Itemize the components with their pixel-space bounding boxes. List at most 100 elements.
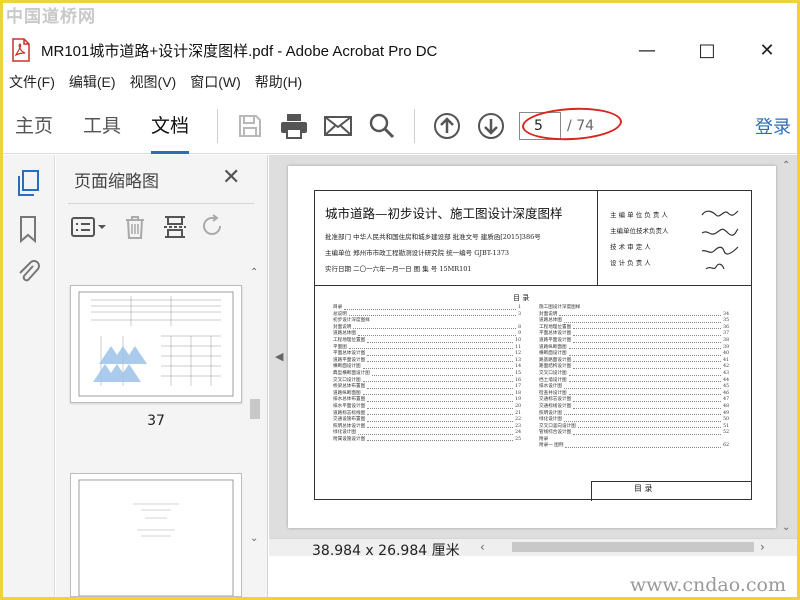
toc-leader <box>573 430 722 435</box>
menu-window[interactable]: 窗口(W) <box>190 72 241 92</box>
page-thumbnails-icon[interactable] <box>15 169 43 197</box>
toc-entry-page: 48 <box>723 403 729 409</box>
rotate-icon[interactable] <box>202 214 224 240</box>
toc-entry-title: 附属设施设计图 <box>333 436 366 442</box>
toc-entry-page: 35 <box>723 318 729 324</box>
collapse-panel-icon[interactable]: ◀ <box>275 350 283 363</box>
toc-entry-page: 38 <box>723 337 729 343</box>
toc-entry: 排水平面设计图 20 <box>333 404 521 411</box>
toc-entry: 附录一 图例 62 <box>539 443 729 450</box>
bookmark-icon[interactable] <box>15 215 43 244</box>
print-icon[interactable] <box>278 110 310 142</box>
signature-row: 主 编 单 位 负 责 人 <box>610 211 668 219</box>
toc-entry-title: 交通标志设计图 <box>539 397 572 403</box>
toc-entry-title: 排水设计图 <box>539 384 562 390</box>
menu-edit[interactable]: 编辑(E) <box>69 72 116 92</box>
toc-entry-page: 10 <box>515 337 521 343</box>
toc-entry: 横断面设计图 40 <box>539 351 729 358</box>
toc-entry-title: 道路总体图 <box>333 331 356 337</box>
toc-entry-page: 14 <box>515 364 521 370</box>
toc-entry-page: 1 <box>518 305 521 310</box>
toc-entry: 排水设计图 45 <box>539 384 729 391</box>
options-menu-icon[interactable] <box>70 215 108 239</box>
toc-entry-page: 22 <box>515 417 521 423</box>
toc-leader <box>568 371 722 376</box>
minimize-button[interactable]: — <box>617 40 677 61</box>
toc-leader <box>568 351 722 356</box>
toc-entry-title: 交通设施布置图 <box>333 417 366 423</box>
delete-page-icon[interactable] <box>122 214 148 240</box>
toc-entry: 附录 <box>539 437 729 444</box>
menu-file[interactable]: 文件(F) <box>9 72 55 92</box>
document-vertical-scrollbar[interactable]: ⌃ ⌄ <box>780 160 794 538</box>
window-title: MR101城市道路+设计深度图样.pdf - Adobe Acrobat Pro… <box>41 42 438 60</box>
toc-leader <box>371 371 514 376</box>
panel-tools <box>70 209 238 245</box>
thumbnail-panel: 页面缩略图 ✕ 37 ⌃ ⌄ <box>56 155 268 597</box>
menu-view[interactable]: 视图(V) <box>130 72 177 92</box>
sheet-title: 城市道路—初步设计、施工图设计深度图样 <box>325 206 563 221</box>
login-link[interactable]: 登录 <box>755 113 791 139</box>
tab-document[interactable]: 文档 <box>151 98 190 154</box>
toc-leader <box>577 424 722 429</box>
tab-home[interactable]: 主页 <box>15 98 53 154</box>
toc-leader <box>563 318 722 323</box>
panel-title: 页面缩略图 <box>74 172 159 192</box>
toc-entry: 照明设计图 49 <box>539 411 729 418</box>
scroll-down-icon[interactable]: ⌄ <box>250 533 258 544</box>
doc-scroll-down-icon[interactable]: ⌄ <box>782 522 790 533</box>
panel-scroll-thumb[interactable] <box>250 399 260 419</box>
pdf-page[interactable]: 城市道路—初步设计、施工图设计深度图样 批准部门 中华人民共和国住房和城乡建设部… <box>288 166 776 528</box>
toc-entry: 绿化设计图 24 <box>333 430 521 437</box>
previous-page-icon[interactable] <box>431 110 463 142</box>
doc-scroll-up-icon[interactable]: ⌃ <box>782 160 790 171</box>
toc-entry: 管线综合设计图 52 <box>539 430 729 437</box>
toc-entry-page: 52 <box>723 430 729 436</box>
toc-entry-page: 24 <box>515 430 521 436</box>
close-panel-icon[interactable]: ✕ <box>222 165 240 190</box>
toc-entry: 道路平面设计图 13 <box>333 358 521 365</box>
thumbnail-page-38[interactable] <box>70 473 242 597</box>
thumbnail-page-37[interactable] <box>70 285 242 403</box>
toc-leader <box>367 384 514 389</box>
extract-page-icon[interactable] <box>162 214 188 240</box>
sheet-date-line: 实行日期 二〇一六年一月一日 图 集 号 15MR101 <box>325 265 472 273</box>
toc-entry-page: 42 <box>723 364 729 370</box>
pdf-file-icon <box>11 38 33 62</box>
toc-entry-title: 平面总体设计图 <box>333 351 366 357</box>
attachment-icon[interactable] <box>15 257 43 285</box>
next-page-icon[interactable] <box>475 110 507 142</box>
toc-entry-page: 37 <box>723 331 729 337</box>
toc-entry-title: 路面结构设计图 <box>539 364 572 370</box>
maximize-button[interactable]: □ <box>677 40 737 61</box>
toc-leader <box>348 345 514 350</box>
toc-entry-title: 横断面设计图 <box>539 351 567 357</box>
toc-entry: 道路总体图 9 <box>333 331 521 338</box>
horizontal-scroll-thumb[interactable] <box>512 542 754 552</box>
toc-leader <box>568 345 722 350</box>
toc-leader <box>573 325 722 330</box>
toc-entry-page: 25 <box>515 436 521 442</box>
signature-row: 技 术 审 定 人 <box>610 243 651 251</box>
tab-tools[interactable]: 工具 <box>83 98 121 154</box>
toc-entry-title: 道路平面设计图 <box>539 337 572 343</box>
toc-entry-page: 15 <box>515 370 521 376</box>
close-window-button[interactable]: ✕ <box>737 40 797 61</box>
panel-divider <box>68 203 254 204</box>
toc-entry-title: 道路总体图 <box>539 318 562 324</box>
toc-leader <box>367 404 514 409</box>
toc-entry-title: 管线综合设计图 <box>539 430 572 436</box>
toc-leader <box>568 391 722 396</box>
scroll-left-icon[interactable]: ‹ <box>480 540 485 554</box>
search-icon[interactable] <box>366 110 398 142</box>
scroll-right-icon[interactable]: › <box>760 540 765 554</box>
menu-help[interactable]: 帮助(H) <box>255 72 302 92</box>
save-icon[interactable] <box>234 110 266 142</box>
watermark-bottom: www.cndao.com <box>629 574 786 596</box>
scroll-up-icon[interactable]: ⌃ <box>250 267 258 278</box>
panel-scrollbar[interactable]: ⌃ ⌄ <box>248 267 262 549</box>
email-icon[interactable] <box>322 110 354 142</box>
drawing-sheet: 城市道路—初步设计、施工图设计深度图样 批准部门 中华人民共和国住房和城乡建设部… <box>314 190 752 501</box>
toc-entry: 封面说明 8 <box>333 325 521 332</box>
toc-entry-page: 9 <box>518 331 521 337</box>
